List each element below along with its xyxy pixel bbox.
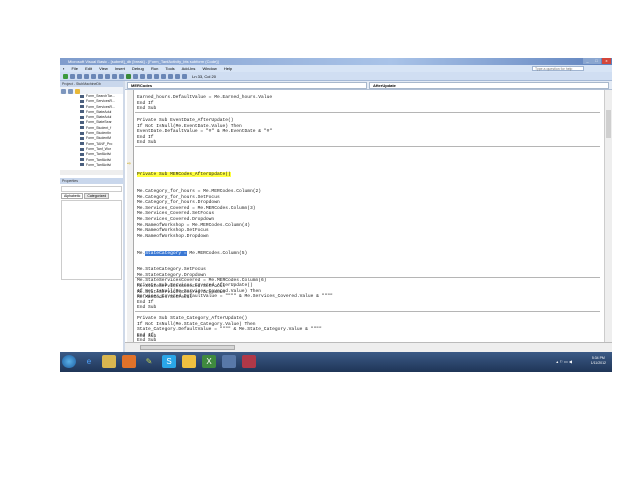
- start-button[interactable]: [62, 355, 76, 368]
- code-line: Services_Covered.DefaultValue = """" & M…: [137, 294, 333, 300]
- procedure-separator: [135, 311, 600, 312]
- find-icon[interactable]: [105, 74, 110, 79]
- selected-text: StateCategory =: [145, 250, 187, 256]
- copy-icon[interactable]: [91, 74, 96, 79]
- code-combos: MERCodes AfterUpdate: [125, 81, 612, 90]
- menu-window[interactable]: Window: [203, 66, 217, 71]
- procedure-separator: [135, 146, 600, 147]
- cursor-position: Ln 33, Col 20: [192, 74, 216, 79]
- redo-icon[interactable]: [119, 74, 124, 79]
- properties-object-select[interactable]: [61, 186, 122, 193]
- skype-icon[interactable]: S: [162, 355, 176, 368]
- access-taskbar-icon[interactable]: [242, 355, 256, 368]
- help-icon[interactable]: [182, 74, 187, 79]
- code-block-eventdate[interactable]: Private Sub EventDate_AfterUpdate() If No…: [137, 118, 272, 146]
- project-hscrollbar[interactable]: [60, 170, 123, 176]
- save-icon[interactable]: [77, 74, 82, 79]
- window-title: Microsoft Visual Basic - [submit]_db [br…: [68, 59, 219, 64]
- menu-file[interactable]: File: [72, 66, 78, 71]
- toolbar: Ln 33, Col 20: [60, 72, 612, 81]
- remote-desktop-icon[interactable]: [222, 355, 236, 368]
- title-bar: Microsoft Visual Basic - [submit]_db [br…: [60, 58, 612, 65]
- left-panels: Project - StubMachineDb Form_SearchTar..…: [60, 81, 125, 352]
- run-icon[interactable]: [126, 74, 131, 79]
- code-line: State_Category.DefaultValue = """" & Me.…: [137, 327, 322, 333]
- procedure-separator: [135, 277, 600, 278]
- project-tree-item[interactable]: Form_TanfActivi: [80, 163, 123, 168]
- project-explorer-icon[interactable]: [154, 74, 159, 79]
- execution-point-arrow-icon: ⇨: [127, 161, 132, 167]
- code-line: EventDate.DefaultValue = "#" & Me.EventD…: [137, 129, 273, 135]
- minimize-button[interactable]: _: [583, 58, 592, 64]
- code-line: End Sub: [137, 106, 157, 112]
- menu-edit[interactable]: Edit: [85, 66, 92, 71]
- project-tree: Form_SearchTar... Form_ServicesR... Form_S…: [60, 94, 123, 168]
- procedure-combo[interactable]: AfterUpdate: [369, 82, 609, 89]
- cut-icon[interactable]: [84, 74, 89, 79]
- vba-icon: ▪: [63, 66, 65, 71]
- horizontal-scrollbar[interactable]: [125, 342, 612, 352]
- properties-title: Properties: [60, 178, 123, 185]
- code-block-earned-hours[interactable]: Earned_hours.DefaultValue = Me.Earned_ho…: [137, 95, 272, 112]
- close-button[interactable]: x: [602, 58, 611, 64]
- screen: Microsoft Visual Basic - [submit]_db [br…: [60, 58, 612, 372]
- code-line: Me.NameofWorkshop.Dropdown: [137, 233, 209, 239]
- procedure-separator: [135, 112, 600, 113]
- toolbox-icon[interactable]: [175, 74, 180, 79]
- excel-icon[interactable]: X: [202, 355, 216, 368]
- tray-icons[interactable]: ▴ ⚐ ▭ ◀: [556, 359, 572, 364]
- vertical-scrollbar[interactable]: [604, 90, 612, 342]
- project-toolbar: [60, 87, 123, 94]
- code-margin[interactable]: [127, 90, 134, 342]
- object-browser-icon[interactable]: [168, 74, 173, 79]
- code-window: MERCodes AfterUpdate ⇨ Earned_hours.Defa…: [125, 81, 612, 352]
- code-line: Earned_hours.DefaultValue = Me.Earned_ho…: [137, 95, 273, 100]
- insert-icon[interactable]: [70, 74, 75, 79]
- menu-bar: ▪ File Edit View Insert Debug Run Tools …: [60, 65, 612, 72]
- current-statement: Private Sub MERCodes_AfterUpdate(): [137, 172, 231, 178]
- menu-tools[interactable]: Tools: [165, 66, 174, 71]
- outlook-icon[interactable]: [182, 355, 196, 368]
- menu-insert[interactable]: Insert: [115, 66, 125, 71]
- taskbar: e ✎ S X ▴ ⚐ ▭ ◀ 5:34 PM 1/11/2012: [60, 352, 612, 372]
- view-code-icon[interactable]: [61, 89, 66, 94]
- undo-icon[interactable]: [112, 74, 117, 79]
- menu-help[interactable]: Help: [224, 66, 232, 71]
- tab-categorized[interactable]: Categorized: [84, 193, 110, 200]
- tab-alphabetic[interactable]: Alphabetic: [61, 193, 84, 200]
- menu-view[interactable]: View: [99, 66, 108, 71]
- help-search-input[interactable]: Type a question for help: [532, 66, 584, 71]
- design-mode-icon[interactable]: [147, 74, 152, 79]
- properties-icon[interactable]: [161, 74, 166, 79]
- menu-addins[interactable]: Add-Ins: [182, 66, 196, 71]
- media-player-icon[interactable]: [122, 355, 136, 368]
- menu-debug[interactable]: Debug: [132, 66, 144, 71]
- code-block-services-covered[interactable]: Private Sub Services_Covered_AfterUpdate…: [137, 283, 333, 311]
- code-line: Me.Category_for_hours = Me.MERCodes.Colu…: [137, 188, 262, 194]
- paint-icon[interactable]: ✎: [142, 355, 156, 368]
- explorer-icon[interactable]: [102, 355, 116, 368]
- maximize-button[interactable]: □: [592, 58, 601, 64]
- reset-icon[interactable]: [140, 74, 145, 79]
- clock[interactable]: 5:34 PM 1/11/2012: [591, 356, 606, 366]
- pause-icon[interactable]: [133, 74, 138, 79]
- paste-icon[interactable]: [98, 74, 103, 79]
- internet-explorer-icon[interactable]: e: [82, 355, 96, 368]
- object-combo[interactable]: MERCodes: [127, 82, 367, 89]
- properties-grid[interactable]: [61, 200, 122, 281]
- access-icon[interactable]: [63, 74, 68, 79]
- view-object-icon[interactable]: [68, 89, 73, 94]
- code-block-state-category[interactable]: Private Sub State_Category_AfterUpdate()…: [137, 316, 322, 344]
- menu-run[interactable]: Run: [151, 66, 158, 71]
